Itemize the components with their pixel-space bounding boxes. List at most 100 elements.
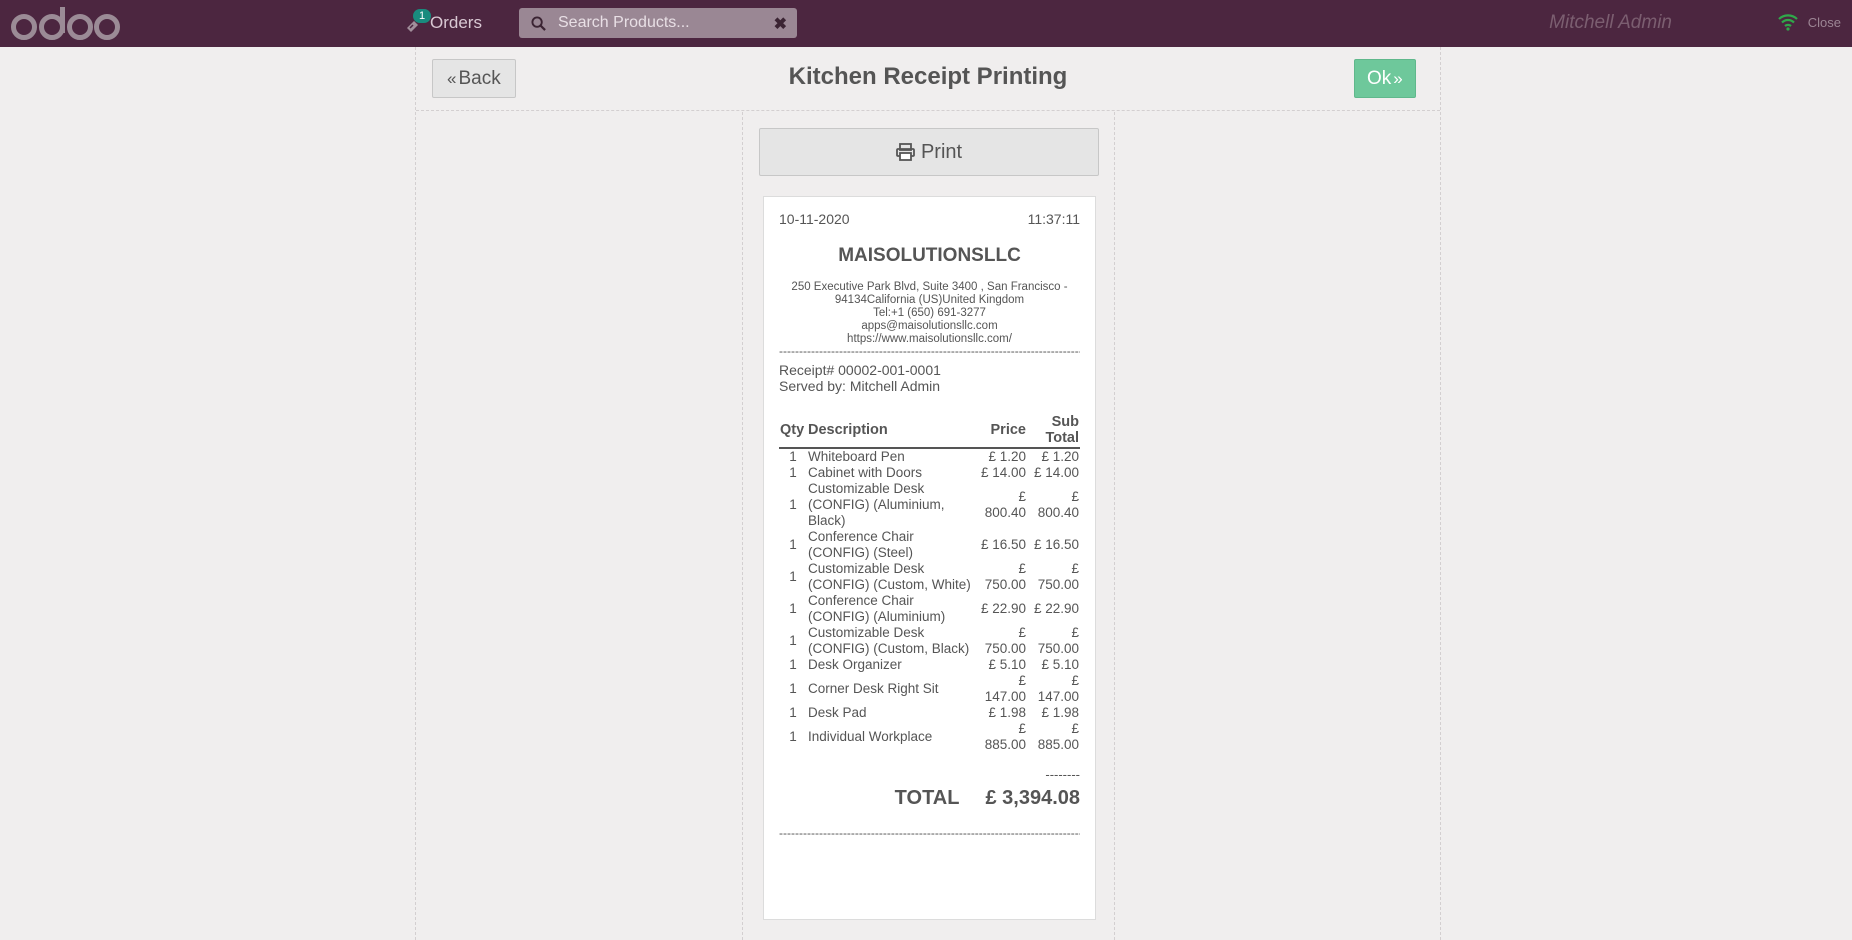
receipt-info: Receipt# 00002-001-0001 Served by: Mitch… bbox=[779, 362, 1080, 394]
receipt-datetime: 10-11-2020 11:37:11 bbox=[779, 211, 1080, 227]
search-icon bbox=[531, 15, 546, 31]
item-price: £ 800.40 bbox=[984, 489, 1026, 520]
item-description: Desk Organizer bbox=[808, 657, 902, 672]
table-row: 1 Conference Chair (CONFIG) (Steel) £ 16.5… bbox=[779, 529, 1080, 561]
receipt-total: TOTAL £ 3,394.08 bbox=[779, 787, 1080, 810]
items-table: Qty Description Price Sub Total 1 Whitebo… bbox=[779, 414, 1080, 753]
total-label: TOTAL bbox=[894, 787, 960, 809]
item-price: £ 14.00 bbox=[980, 465, 1026, 480]
item-qty: 1 bbox=[789, 449, 797, 464]
ok-button[interactable]: Ok » bbox=[1354, 59, 1416, 98]
total-value: £ 3,394.08 bbox=[985, 787, 1080, 809]
company-phone: Tel:+1 (650) 691-3277 bbox=[873, 307, 986, 319]
receipt-column: Print 10-11-2020 11:37:11 MAISOLUTIONSLL… bbox=[742, 112, 1115, 940]
ok-label: Ok bbox=[1367, 67, 1392, 89]
table-row: 1 Corner Desk Right Sit £ 147.00 £ 147.00 bbox=[779, 673, 1080, 705]
item-price: £ 1.20 bbox=[988, 449, 1026, 464]
items-body: 1 Whiteboard Pen £ 1.20 £ 1.20 1 Cabinet with… bbox=[779, 448, 1080, 753]
col-subtotal: Sub Total bbox=[1027, 414, 1080, 449]
item-subtotal: £ 5.10 bbox=[1041, 657, 1079, 672]
table-row: 1 Customizable Desk (CONFIG) (Custom, Bla… bbox=[779, 625, 1080, 657]
item-qty: 1 bbox=[789, 681, 797, 696]
table-row: 1 Desk Pad £ 1.98 £ 1.98 bbox=[779, 705, 1080, 721]
total-separator: -------- bbox=[1045, 767, 1080, 782]
address-line-1: 250 Executive Park Blvd, Suite 3400 , Sa… bbox=[791, 281, 1068, 293]
end-divider: ----------------------------------------… bbox=[779, 828, 1080, 838]
cashier-name[interactable]: Mitchell Admin bbox=[1549, 12, 1672, 34]
item-price: £ 147.00 bbox=[984, 673, 1026, 704]
print-button[interactable]: Print bbox=[759, 128, 1099, 176]
receipt-number: Receipt# 00002-001-0001 bbox=[779, 362, 941, 378]
item-description: Cabinet with Doors bbox=[808, 465, 923, 480]
item-subtotal: £ 16.50 bbox=[1033, 537, 1079, 552]
address-line-2: 94134California (US)United Kingdom bbox=[834, 294, 1025, 306]
item-qty: 1 bbox=[789, 601, 797, 616]
item-subtotal: £ 1.20 bbox=[1041, 449, 1079, 464]
item-price: £ 16.50 bbox=[980, 537, 1026, 552]
double-chevron-right-icon: » bbox=[1393, 68, 1403, 88]
screen-header: « Back Kitchen Receipt Printing Ok » bbox=[416, 47, 1440, 111]
item-description: Customizable Desk (CONFIG) (Custom, Blac… bbox=[808, 625, 970, 656]
orders-button[interactable]: 1 Orders bbox=[404, 8, 482, 38]
print-label: Print bbox=[920, 140, 963, 163]
item-qty: 1 bbox=[789, 465, 797, 480]
item-price: £ 885.00 bbox=[984, 721, 1026, 752]
item-qty: 1 bbox=[789, 633, 797, 648]
search-input[interactable] bbox=[558, 14, 768, 32]
item-price: £ 5.10 bbox=[988, 657, 1026, 672]
odoo-logo bbox=[10, 3, 122, 43]
table-row: 1 Conference Chair (CONFIG) (Aluminium) £ … bbox=[779, 593, 1080, 625]
item-subtotal: £ 147.00 bbox=[1037, 673, 1079, 704]
table-row: 1 Cabinet with Doors £ 14.00 £ 14.00 bbox=[779, 465, 1080, 481]
item-qty: 1 bbox=[789, 497, 797, 512]
receipt: 10-11-2020 11:37:11 MAISOLUTIONSLLC 250 … bbox=[763, 196, 1096, 920]
table-row: 1 Customizable Desk (CONFIG) (Custom, Whi… bbox=[779, 561, 1080, 593]
receipt-date: 10-11-2020 bbox=[779, 211, 850, 227]
receipt-time: 11:37:11 bbox=[1027, 211, 1080, 227]
company-address: 250 Executive Park Blvd, Suite 3400 , Sa… bbox=[779, 281, 1080, 346]
table-row: 1 Individual Workplace £ 885.00 £ 885.00 bbox=[779, 721, 1080, 753]
col-price: Price bbox=[979, 414, 1027, 449]
item-qty: 1 bbox=[789, 657, 797, 672]
item-description: Desk Pad bbox=[808, 705, 867, 720]
item-qty: 1 bbox=[789, 537, 797, 552]
col-qty: Qty bbox=[779, 414, 807, 449]
item-subtotal: £ 22.90 bbox=[1033, 601, 1079, 616]
table-row: 1 Whiteboard Pen £ 1.20 £ 1.20 bbox=[779, 448, 1080, 465]
divider: ----------------------------------------… bbox=[779, 346, 1080, 356]
item-description: Customizable Desk (CONFIG) (Custom, Whit… bbox=[808, 561, 971, 592]
served-by: Served by: Mitchell Admin bbox=[779, 378, 941, 394]
item-description: Conference Chair (CONFIG) (Steel) bbox=[808, 529, 914, 560]
item-subtotal: £ 750.00 bbox=[1037, 561, 1079, 592]
item-description: Customizable Desk (CONFIG) (Aluminium, B… bbox=[808, 481, 945, 528]
item-price: £ 22.90 bbox=[980, 601, 1026, 616]
item-price: £ 750.00 bbox=[984, 561, 1026, 592]
item-description: Corner Desk Right Sit bbox=[808, 681, 939, 696]
col-description: Description bbox=[807, 414, 980, 449]
top-bar: 1 Orders ✖ Mitchell Admin Close bbox=[0, 0, 1852, 47]
company-website: https://www.maisolutionsllc.com/ bbox=[847, 333, 1012, 345]
orders-label: Orders bbox=[430, 13, 482, 32]
receipt-screen: « Back Kitchen Receipt Printing Ok » Pri… bbox=[415, 47, 1441, 940]
item-qty: 1 bbox=[789, 705, 797, 720]
item-price: £ 750.00 bbox=[984, 625, 1026, 656]
company-email: apps@maisolutionsllc.com bbox=[861, 320, 998, 332]
items-header-row: Qty Description Price Sub Total bbox=[779, 414, 1080, 449]
item-description: Individual Workplace bbox=[808, 729, 933, 744]
item-subtotal: £ 885.00 bbox=[1037, 721, 1079, 752]
page-title: Kitchen Receipt Printing bbox=[788, 63, 1068, 90]
item-price: £ 1.98 bbox=[988, 705, 1026, 720]
product-search[interactable]: ✖ bbox=[519, 8, 797, 38]
item-subtotal: £ 750.00 bbox=[1037, 625, 1079, 656]
clear-search-icon[interactable]: ✖ bbox=[774, 14, 787, 34]
item-description: Whiteboard Pen bbox=[808, 449, 905, 464]
item-qty: 1 bbox=[789, 729, 797, 744]
close-button[interactable]: Close bbox=[1808, 15, 1841, 30]
orders-count-badge: 1 bbox=[413, 9, 431, 23]
item-subtotal: £ 800.40 bbox=[1037, 489, 1079, 520]
item-qty: 1 bbox=[789, 569, 797, 584]
company-name: MAISOLUTIONSLLC bbox=[838, 245, 1021, 266]
item-subtotal: £ 14.00 bbox=[1033, 465, 1079, 480]
table-row: 1 Desk Organizer £ 5.10 £ 5.10 bbox=[779, 657, 1080, 673]
wifi-icon[interactable] bbox=[1778, 13, 1798, 36]
